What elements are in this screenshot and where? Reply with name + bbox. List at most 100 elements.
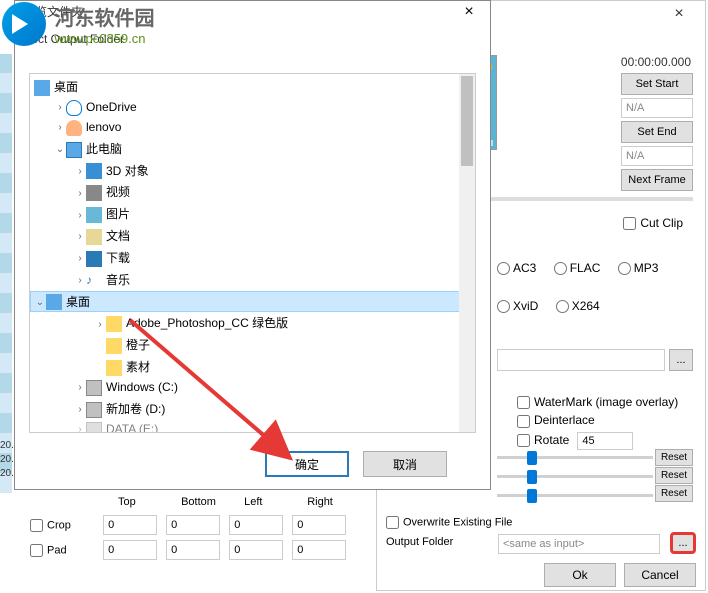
cut-clip-checkbox[interactable]: Cut Clip [623, 216, 683, 230]
reset-button-2[interactable]: Reset [655, 467, 693, 484]
pad-bottom[interactable] [166, 540, 220, 560]
set-start-button[interactable]: Set Start [621, 73, 693, 95]
tree-item-3d[interactable]: ›3D 对象 [30, 160, 475, 182]
drive-icon [86, 422, 102, 433]
chevron-right-icon[interactable]: › [74, 424, 86, 433]
tree-item-desktop-root[interactable]: 桌面 [30, 76, 475, 98]
music-icon: ♪ [86, 273, 102, 289]
reset-button-3[interactable]: Reset [655, 485, 693, 502]
ok-button[interactable]: Ok [544, 563, 616, 587]
scrollbar-thumb[interactable] [461, 76, 473, 166]
dialog-close-button[interactable]: × [454, 3, 484, 23]
objects-3d-icon [86, 163, 102, 179]
tree-item-data-e[interactable]: ›DATA (E:) [30, 420, 475, 433]
chevron-down-icon[interactable]: ⌄ [54, 144, 66, 155]
tree-item-desktop-selected[interactable]: ⌄桌面 [30, 291, 475, 313]
tree-scrollbar[interactable] [459, 74, 475, 432]
radio-xvid[interactable]: XviD [497, 299, 538, 313]
tree-item-pictures[interactable]: ›图片 [30, 203, 475, 225]
next-frame-button[interactable]: Next Frame [621, 169, 693, 191]
start-time-field[interactable] [621, 98, 693, 118]
overwrite-checkbox[interactable]: Overwrite Existing File [386, 516, 512, 529]
crop-left[interactable] [229, 515, 283, 535]
radio-ac3[interactable]: AC3 [497, 261, 536, 275]
pad-top[interactable] [103, 540, 157, 560]
reset-button-1[interactable]: Reset [655, 449, 693, 466]
slider-2[interactable] [497, 468, 653, 486]
crop-headers: Top Bottom Left Right [118, 496, 367, 508]
tree-item-orange[interactable]: 橙子 [30, 334, 475, 356]
desktop-icon [46, 294, 62, 310]
desktop-icon [34, 80, 50, 96]
chevron-right-icon[interactable]: › [74, 275, 86, 286]
chevron-right-icon[interactable]: › [74, 231, 86, 242]
dialog-ok-button[interactable]: 确定 [265, 451, 349, 477]
pictures-icon [86, 207, 102, 223]
chevron-right-icon[interactable]: › [54, 102, 66, 113]
rotate-input[interactable] [577, 432, 633, 450]
close-button[interactable]: × [661, 5, 697, 25]
radio-x264[interactable]: X264 [556, 299, 600, 313]
end-time-field[interactable] [621, 146, 693, 166]
watermark-url: www.pc0359.cn [54, 31, 154, 46]
chevron-right-icon[interactable]: › [74, 188, 86, 199]
pad-right[interactable] [292, 540, 346, 560]
cloud-icon [66, 100, 82, 116]
cancel-button[interactable]: Cancel [624, 563, 696, 587]
folder-dialog: 浏览文件夹 × 桌面 ›OneDrive ›lenovo ⌄此电脑 ›3D 对象… [14, 0, 491, 490]
tree-item-windows-c[interactable]: ›Windows (C:) [30, 378, 475, 398]
rotate-checkbox[interactable]: Rotate [517, 432, 678, 450]
folder-icon [106, 360, 122, 376]
pc-icon [66, 142, 82, 158]
crop-right[interactable] [292, 515, 346, 535]
drive-icon [86, 380, 102, 396]
video-icon [86, 185, 102, 201]
tree-item-documents[interactable]: ›文档 [30, 225, 475, 247]
watermark-checkbox[interactable]: WaterMark (image overlay) [517, 395, 678, 409]
chevron-right-icon[interactable]: › [74, 166, 86, 177]
chevron-down-icon[interactable]: ⌄ [34, 297, 46, 308]
tree-item-downloads[interactable]: ›下载 [30, 247, 475, 269]
tree-item-videos[interactable]: ›视频 [30, 181, 475, 203]
crop-checkbox[interactable]: Crop [30, 519, 100, 532]
tree-item-material[interactable]: 素材 [30, 356, 475, 378]
pad-checkbox[interactable]: Pad [30, 544, 100, 557]
radio-mp3[interactable]: MP3 [618, 261, 659, 275]
time-display: 00:00:00.000 [621, 55, 691, 69]
left-thumbnail-strip [0, 54, 12, 493]
tree-item-newvol-d[interactable]: ›新加卷 (D:) [30, 398, 475, 420]
chevron-right-icon[interactable]: › [74, 253, 86, 264]
tree-item-photoshop[interactable]: ›Adobe_Photoshop_CC 绿色版 [30, 312, 475, 334]
chevron-right-icon[interactable]: › [54, 122, 66, 133]
dialog-cancel-button[interactable]: 取消 [363, 451, 447, 477]
tree-item-onedrive[interactable]: ›OneDrive [30, 98, 475, 118]
pad-left[interactable] [229, 540, 283, 560]
browse-button-1[interactable]: ... [669, 349, 693, 371]
chevron-right-icon[interactable]: › [94, 319, 106, 330]
folder-icon [106, 338, 122, 354]
download-icon [86, 251, 102, 267]
slider-1[interactable] [497, 449, 653, 467]
crop-bottom[interactable] [166, 515, 220, 535]
deinterlace-checkbox[interactable]: Deinterlace [517, 413, 678, 427]
crop-top[interactable] [103, 515, 157, 535]
output-folder-browse-button[interactable]: ... [670, 532, 696, 554]
path-field[interactable] [497, 349, 665, 371]
tree-item-music[interactable]: ›♪音乐 [30, 269, 475, 291]
drive-icon [86, 402, 102, 418]
output-folder-label: Output Folder [386, 536, 453, 548]
tree-item-thispc[interactable]: ⌄此电脑 [30, 138, 475, 160]
folder-tree: 桌面 ›OneDrive ›lenovo ⌄此电脑 ›3D 对象 ›视频 ›图片… [29, 73, 476, 433]
output-folder-field[interactable] [498, 534, 660, 554]
radio-flac[interactable]: FLAC [554, 261, 601, 275]
watermark-title: 河东软件园 [54, 2, 154, 31]
documents-icon [86, 229, 102, 245]
chevron-right-icon[interactable]: › [74, 382, 86, 393]
tree-item-lenovo[interactable]: ›lenovo [30, 118, 475, 138]
slider-3[interactable] [497, 487, 653, 505]
cut-clip-label: Cut Clip [640, 216, 683, 230]
set-end-button[interactable]: Set End [621, 121, 693, 143]
watermark: 河东软件园 www.pc0359.cn [2, 2, 154, 48]
chevron-right-icon[interactable]: › [74, 404, 86, 415]
chevron-right-icon[interactable]: › [74, 210, 86, 221]
